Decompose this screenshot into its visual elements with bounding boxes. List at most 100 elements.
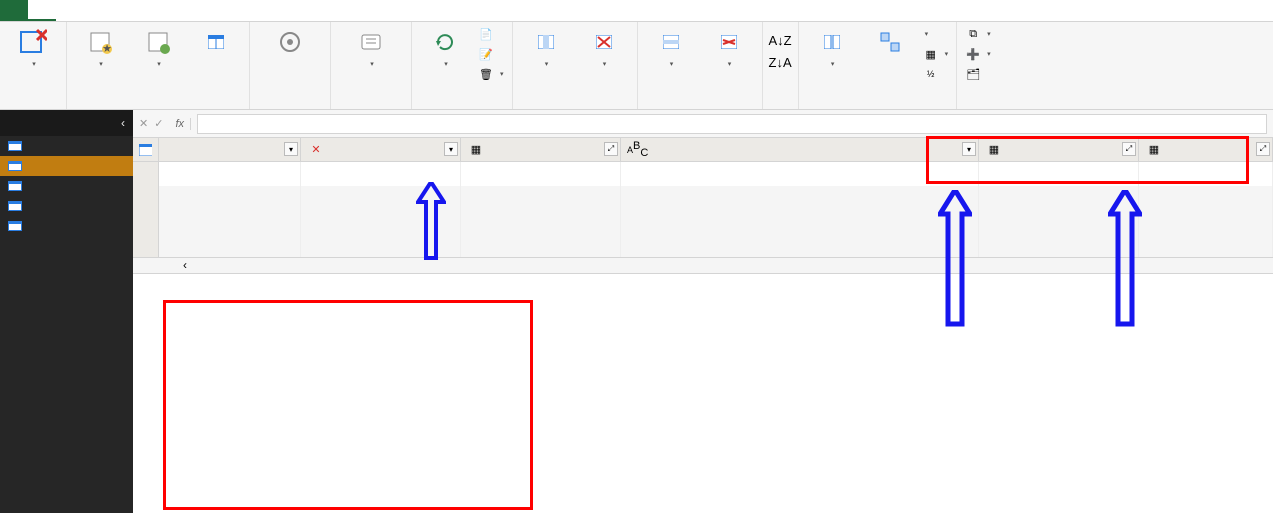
cell-preview-line2 xyxy=(621,186,979,210)
column-header-hasattachments[interactable]: ✕▾ xyxy=(301,138,461,161)
type-record-icon: ▦ xyxy=(1145,143,1163,156)
keep-rows-icon xyxy=(663,26,679,58)
cell-attributes[interactable] xyxy=(979,162,1139,186)
column-header-preview[interactable]: ABC ▾ xyxy=(621,138,979,161)
cell-preview xyxy=(621,162,979,186)
manage-parameters-icon xyxy=(358,26,384,58)
column-header-attributes[interactable]: ▦⤢ xyxy=(979,138,1139,161)
tab-add-column[interactable] xyxy=(84,0,112,21)
sort-asc-button[interactable]: A↓Z xyxy=(767,30,794,50)
query-item-calendar[interactable] xyxy=(0,136,133,156)
query-item-people[interactable] xyxy=(0,216,133,236)
group-label-managecols xyxy=(517,106,633,109)
keep-rows-button[interactable]: ▾ xyxy=(642,24,700,68)
cell-body[interactable] xyxy=(1139,162,1273,186)
split-column-button[interactable]: ▾ xyxy=(803,24,861,84)
horizontal-scrollbar[interactable]: ‹ xyxy=(133,258,1273,274)
choose-columns-button[interactable]: ▾ xyxy=(517,24,575,68)
table-icon xyxy=(8,221,22,231)
tab-transform[interactable] xyxy=(56,0,84,21)
refresh-icon xyxy=(432,26,458,58)
choose-columns-icon xyxy=(538,26,554,58)
tab-home[interactable] xyxy=(28,0,56,21)
remove-rows-icon xyxy=(721,26,737,58)
merge-queries-button[interactable]: ⧉▾ xyxy=(961,24,995,44)
manage-query-button[interactable]: 🗑▾ xyxy=(474,64,508,84)
advanced-editor-icon: 📝 xyxy=(478,46,494,62)
ribbon: ▾ ★ ▾ ▾ xyxy=(0,22,1273,110)
remove-columns-icon xyxy=(596,26,612,58)
group-label-query xyxy=(416,106,508,109)
replace-values-button[interactable]: ½ xyxy=(919,64,953,84)
expand-column-icon[interactable]: ⤢ xyxy=(604,142,618,156)
type-record-icon: ▦ xyxy=(985,143,1003,156)
cancel-formula-icon[interactable]: ✕ xyxy=(139,117,148,130)
remove-columns-button[interactable]: ▾ xyxy=(575,24,633,68)
advanced-editor-button[interactable]: 📝 xyxy=(474,44,508,64)
group-by-icon xyxy=(879,26,901,58)
column-header-blank[interactable]: ▾ xyxy=(159,138,301,161)
column-header-body[interactable]: ▦⤢ xyxy=(1139,138,1273,161)
table-row[interactable] xyxy=(133,162,1273,186)
table-icon xyxy=(8,141,22,151)
svg-text:★: ★ xyxy=(102,43,112,55)
expand-column-icon[interactable]: ⤢ xyxy=(1256,142,1270,156)
new-source-icon: ★ xyxy=(87,26,113,58)
column-menu-icon[interactable]: ▾ xyxy=(284,142,298,156)
table-icon xyxy=(8,161,22,171)
query-item-tasks[interactable] xyxy=(0,196,133,216)
column-menu-icon[interactable]: ▾ xyxy=(962,142,976,156)
menu-tabs xyxy=(0,0,1273,22)
confirm-formula-icon[interactable]: ✓ xyxy=(154,117,163,130)
refresh-preview-button[interactable]: ▾ xyxy=(416,24,474,84)
enter-data-button[interactable] xyxy=(187,24,245,68)
row-header-corner[interactable] xyxy=(133,138,159,161)
combine-files-icon: 🗂 xyxy=(965,66,981,82)
cell-hasattachments xyxy=(301,162,461,186)
combine-files-button[interactable]: 🗂 xyxy=(961,64,995,84)
properties-button[interactable]: 📄 xyxy=(474,24,508,44)
expand-column-icon[interactable]: ⤢ xyxy=(1122,142,1136,156)
queries-pane-header[interactable]: ‹ xyxy=(0,110,133,136)
append-queries-button[interactable]: ➕▾ xyxy=(961,44,995,64)
column-header-attachments[interactable]: ▦⤢ xyxy=(461,138,621,161)
group-by-button[interactable] xyxy=(861,24,919,84)
query-item-mail[interactable] xyxy=(0,156,133,176)
manage-icon: 🗑 xyxy=(478,66,494,82)
fx-icon[interactable]: fx xyxy=(169,118,191,130)
tab-file[interactable] xyxy=(0,0,28,21)
cell-c0 xyxy=(159,162,301,186)
record-detail-pane xyxy=(133,274,1273,513)
formula-input[interactable] xyxy=(197,114,1267,134)
first-row-headers-button[interactable]: ▦▾ xyxy=(919,44,953,64)
remove-rows-button[interactable]: ▾ xyxy=(700,24,758,68)
enter-data-icon xyxy=(208,26,224,58)
manage-parameters-button[interactable]: ▾ xyxy=(335,24,407,68)
type-table-icon: ▦ xyxy=(467,143,485,156)
table-icon xyxy=(8,201,22,211)
close-apply-icon xyxy=(19,26,47,58)
query-item-meeting-requests[interactable] xyxy=(0,176,133,196)
sort-desc-button[interactable]: Z↓A xyxy=(767,52,794,72)
grid-header: ▾ ✕▾ ▦⤢ ABC▾ ▦⤢ ▦⤢ xyxy=(133,138,1273,162)
close-apply-button[interactable]: ▾ xyxy=(4,24,62,68)
main-area: ✕ ✓ fx ▾ ✕▾ ▦⤢ ABC▾ ▦⤢ ▦⤢ xyxy=(133,110,1273,513)
group-label-sort xyxy=(767,106,794,109)
replace-values-icon: ½ xyxy=(923,66,939,82)
row-index xyxy=(133,162,159,186)
tab-view[interactable] xyxy=(112,0,140,21)
recent-sources-button[interactable]: ▾ xyxy=(129,24,187,68)
type-text-icon: ABC xyxy=(627,140,645,159)
cell-preview-line4 xyxy=(621,234,979,257)
new-source-button[interactable]: ★ ▾ xyxy=(71,24,129,68)
recent-sources-icon xyxy=(145,26,171,58)
collapse-pane-icon[interactable]: ‹ xyxy=(121,116,125,130)
column-menu-icon[interactable]: ▾ xyxy=(444,142,458,156)
append-icon: ➕ xyxy=(965,46,981,62)
tab-help[interactable] xyxy=(140,0,168,21)
split-column-icon xyxy=(824,26,840,58)
data-source-settings-button[interactable] xyxy=(254,24,326,60)
data-source-settings-icon xyxy=(277,26,303,58)
cell-attachments[interactable] xyxy=(461,162,621,186)
data-type-button[interactable]: ▾ xyxy=(919,24,953,44)
